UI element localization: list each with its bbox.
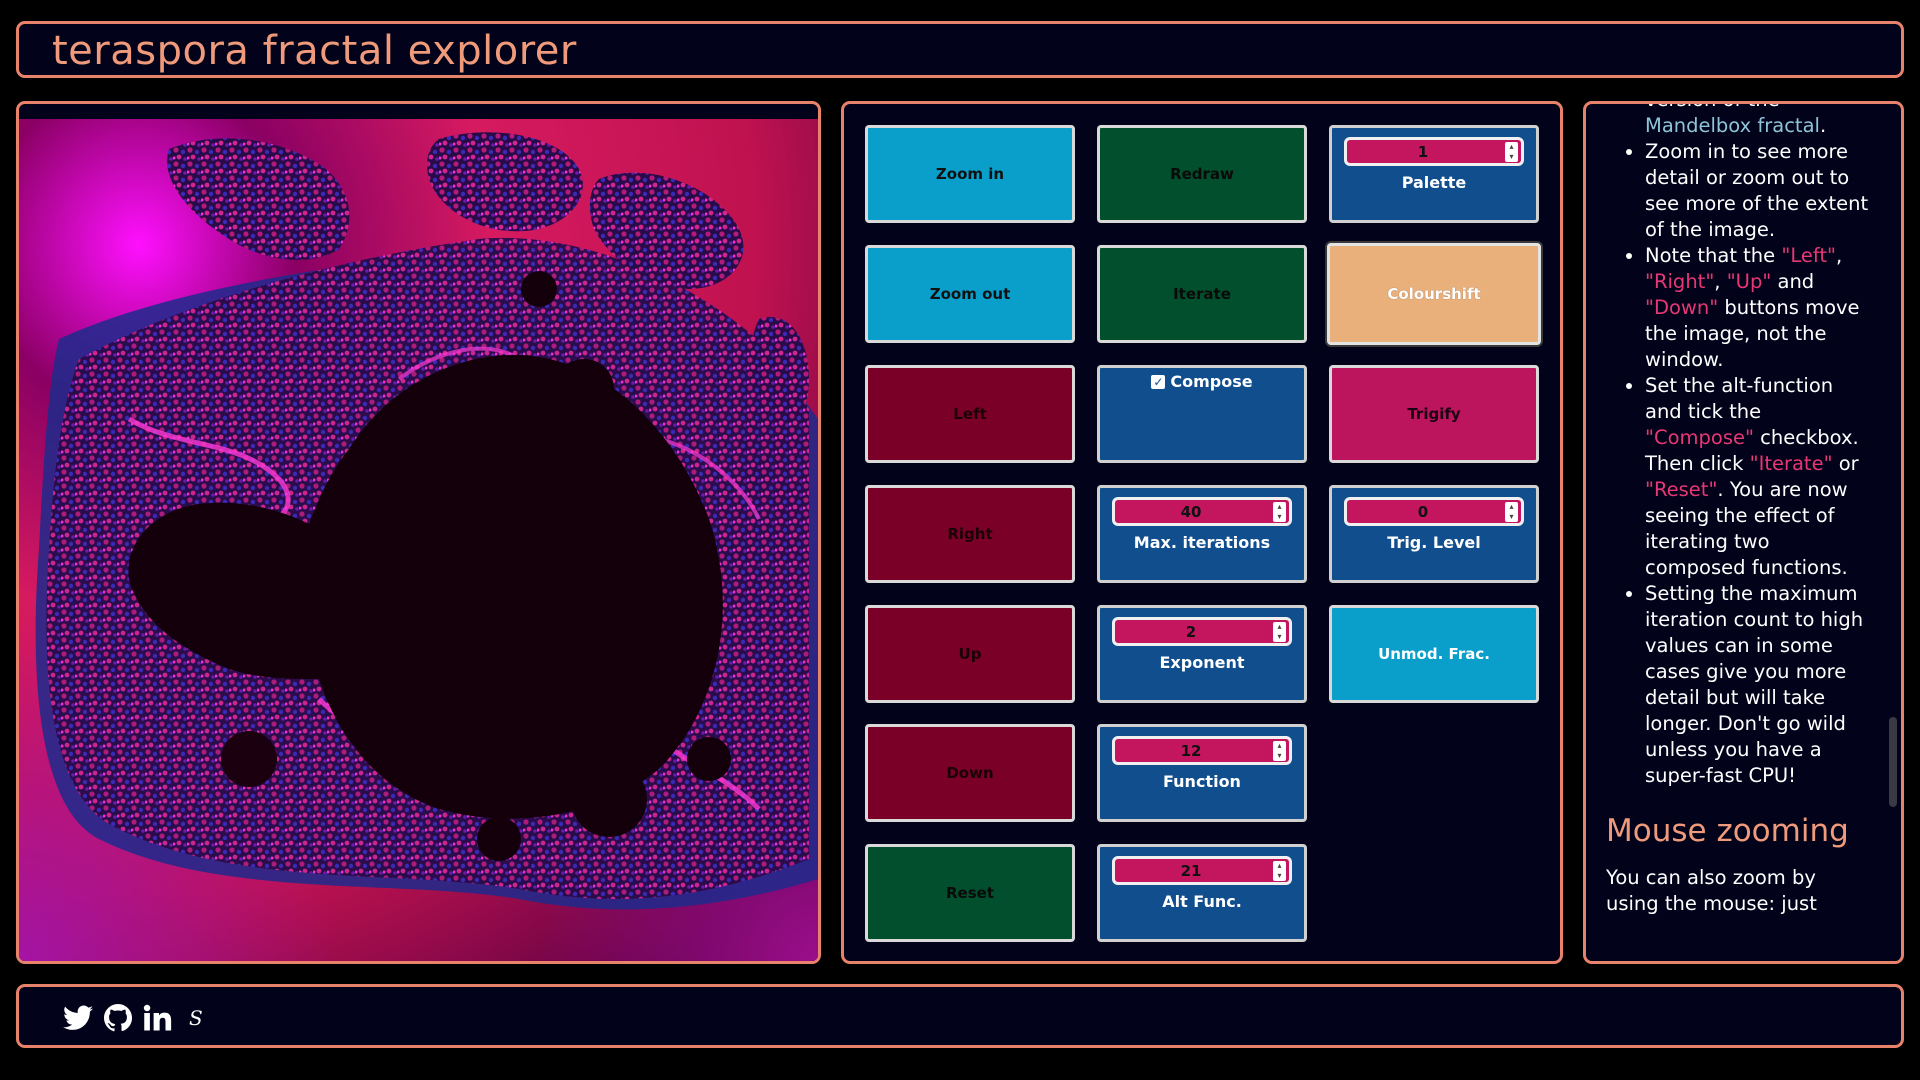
down-button[interactable]: Down: [865, 724, 1075, 822]
spinner-arrows-icon[interactable]: ▴ ▾: [1273, 622, 1286, 642]
help-content: version of the Mandelbox fractal. Zoom i…: [1606, 104, 1871, 917]
alt-func-input[interactable]: 21 ▴ ▾: [1112, 856, 1292, 885]
github-icon[interactable]: [104, 1003, 132, 1033]
exponent-label: Exponent: [1159, 653, 1245, 672]
down-label: Down: [946, 764, 994, 782]
spinner-arrows-icon[interactable]: ▴ ▾: [1505, 142, 1518, 162]
spinner-arrows-icon[interactable]: ▴ ▾: [1273, 502, 1286, 522]
twitter-icon[interactable]: [63, 1003, 93, 1033]
trig-level-control: 0 ▴ ▾ Trig. Level: [1329, 485, 1539, 583]
palette-label: Palette: [1401, 173, 1467, 192]
scrollbar-thumb[interactable]: [1889, 717, 1897, 807]
footer-bar: S: [16, 984, 1904, 1048]
compose-control: ✓ Compose: [1097, 365, 1307, 463]
max-iterations-input[interactable]: 40 ▴ ▾: [1112, 497, 1292, 526]
header-bar: teraspora fractal explorer: [16, 21, 1904, 78]
iterate-label: Iterate: [1173, 285, 1231, 303]
help-keyword: "Right": [1645, 270, 1715, 293]
unmod-frac-button[interactable]: Unmod. Frac.: [1329, 605, 1539, 703]
compose-label: Compose: [1170, 372, 1253, 391]
trig-level-input[interactable]: 0 ▴ ▾: [1344, 497, 1524, 526]
help-keyword: "Left": [1781, 244, 1836, 267]
up-button[interactable]: Up: [865, 605, 1075, 703]
s-icon[interactable]: S: [189, 1003, 203, 1033]
function-input[interactable]: 12 ▴ ▾: [1112, 736, 1292, 765]
help-keyword: "Iterate": [1749, 452, 1833, 475]
help-text: Set the alt-function and tick the: [1645, 374, 1834, 423]
up-label: Up: [958, 645, 982, 663]
function-label: Function: [1163, 772, 1241, 791]
redraw-button[interactable]: Redraw: [1097, 125, 1307, 223]
list-item: Setting the maximum iteration count to h…: [1645, 581, 1871, 789]
controls-panel: Zoom in Zoom out Left Right Up Down Rese…: [841, 101, 1563, 964]
list-item: Set the alt-function and tick the "Compo…: [1645, 373, 1871, 581]
spinner-arrows-icon[interactable]: ▴ ▾: [1273, 741, 1286, 761]
fractal-canvas[interactable]: [19, 119, 818, 961]
unmod-frac-label: Unmod. Frac.: [1378, 645, 1490, 663]
function-value: 12: [1180, 741, 1202, 760]
app-title: teraspora fractal explorer: [52, 28, 577, 74]
list-item: Zoom in to see more detail or zoom out t…: [1645, 139, 1871, 243]
palette-input[interactable]: 1 ▴ ▾: [1344, 137, 1524, 166]
trigify-button[interactable]: Trigify: [1329, 365, 1539, 463]
alt-func-control: 21 ▴ ▾ Alt Func.: [1097, 844, 1307, 942]
max-iterations-value: 40: [1180, 502, 1202, 521]
trig-level-value: 0: [1417, 502, 1429, 521]
mandelbox-link[interactable]: Mandelbox fractal: [1645, 114, 1820, 137]
help-text: or: [1832, 452, 1859, 475]
zoom-in-label: Zoom in: [935, 165, 1005, 183]
help-text: version of the: [1645, 104, 1780, 111]
help-keyword: "Reset": [1645, 478, 1718, 501]
help-keyword: "Down": [1645, 296, 1719, 319]
help-text: and: [1771, 270, 1815, 293]
help-panel[interactable]: version of the Mandelbox fractal. Zoom i…: [1583, 101, 1904, 964]
alt-func-label: Alt Func.: [1162, 892, 1242, 911]
colourshift-button[interactable]: Colourshift: [1327, 243, 1541, 345]
mouse-zooming-heading: Mouse zooming: [1606, 813, 1849, 849]
zoom-out-label: Zoom out: [929, 285, 1011, 303]
trigify-label: Trigify: [1407, 405, 1461, 423]
colourshift-label: Colourshift: [1387, 285, 1481, 303]
linkedin-icon[interactable]: [143, 1003, 173, 1033]
compose-checkbox[interactable]: ✓: [1151, 374, 1166, 389]
help-text: ,: [1835, 244, 1843, 267]
palette-value: 1: [1417, 142, 1429, 161]
left-button[interactable]: Left: [865, 365, 1075, 463]
fractal-canvas-panel: [16, 101, 821, 964]
help-text: Zoom in to see more detail or zoom out t…: [1645, 140, 1869, 241]
spinner-arrows-icon[interactable]: ▴ ▾: [1505, 502, 1518, 522]
help-text: Note that the: [1645, 244, 1782, 267]
exponent-value: 2: [1185, 622, 1197, 641]
exponent-input[interactable]: 2 ▴ ▾: [1112, 617, 1292, 646]
help-keyword: "Up": [1726, 270, 1772, 293]
alt-func-value: 21: [1180, 861, 1202, 880]
max-iterations-label: Max. iterations: [1133, 533, 1271, 552]
reset-label: Reset: [946, 884, 994, 902]
list-item: version of the Mandelbox fractal.: [1645, 104, 1871, 139]
s-glyph: S: [189, 1006, 203, 1030]
spinner-arrows-icon[interactable]: ▴ ▾: [1273, 861, 1286, 881]
trig-level-label: Trig. Level: [1387, 533, 1481, 552]
help-list: version of the Mandelbox fractal. Zoom i…: [1606, 104, 1871, 789]
help-keyword: "Compose": [1645, 426, 1754, 449]
zoom-in-button[interactable]: Zoom in: [865, 125, 1075, 223]
right-button[interactable]: Right: [865, 485, 1075, 583]
mouse-zooming-text: You can also zoom by using the mouse: ju…: [1606, 866, 1817, 915]
max-iterations-control: 40 ▴ ▾ Max. iterations: [1097, 485, 1307, 583]
iterate-button[interactable]: Iterate: [1097, 245, 1307, 343]
help-scrollbar[interactable]: [1886, 104, 1900, 961]
function-control: 12 ▴ ▾ Function: [1097, 724, 1307, 822]
palette-control: 1 ▴ ▾ Palette: [1329, 125, 1539, 223]
reset-button[interactable]: Reset: [865, 844, 1075, 942]
left-label: Left: [953, 405, 987, 423]
list-item: Note that the "Left", "Right", "Up" and …: [1645, 243, 1871, 373]
help-text: Setting the maximum iteration count to h…: [1645, 582, 1864, 787]
redraw-label: Redraw: [1170, 165, 1234, 183]
exponent-control: 2 ▴ ▾ Exponent: [1097, 605, 1307, 703]
help-text: ,: [1714, 270, 1727, 293]
right-label: Right: [947, 525, 993, 543]
zoom-out-button[interactable]: Zoom out: [865, 245, 1075, 343]
